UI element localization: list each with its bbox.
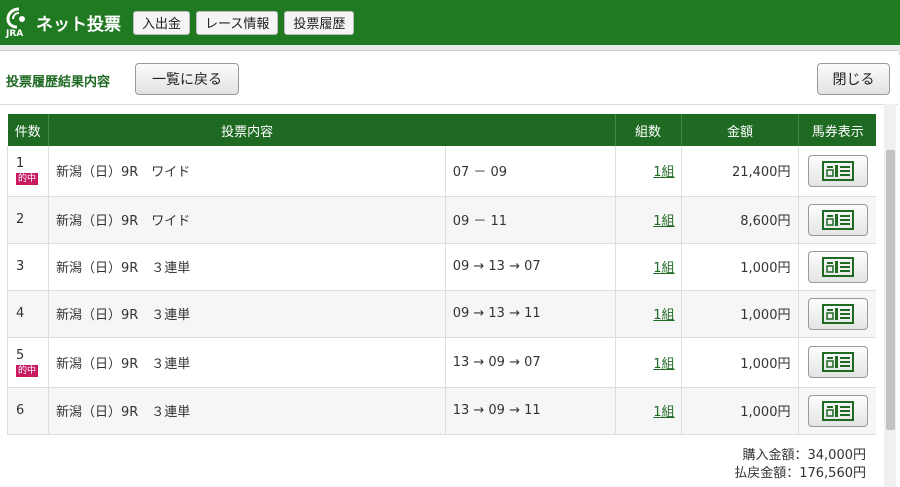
sets-cell: 1組 (614, 196, 682, 244)
nav-vote-history[interactable]: 投票履歴 (284, 10, 355, 35)
scrollbar-thumb[interactable] (886, 150, 895, 430)
ticket-icon (821, 160, 854, 181)
horse-combination: 07 － 09 (444, 146, 616, 197)
row-number: 5 (16, 347, 25, 363)
row-number-cell: 2 (7, 196, 49, 244)
ticket-icon (821, 400, 854, 421)
col-combo (445, 114, 616, 146)
hit-badge: 的中 (16, 173, 39, 186)
table-row: 2 新潟（日）9R ワイド 09 － 11 1組 8,600円 (7, 196, 876, 244)
main-nav: 入出金 レース情報 投票履歴 (133, 10, 360, 35)
show-ticket-button[interactable] (807, 154, 868, 187)
logo-text: ネット投票 (36, 15, 121, 35)
back-to-list-button[interactable]: 一覧に戻る (135, 63, 239, 95)
show-ticket-button[interactable] (807, 203, 868, 236)
row-number: 4 (16, 306, 25, 321)
top-bar: JRA ネット投票 入出金 レース情報 投票履歴 (0, 0, 900, 45)
amount: 21,400円 (680, 146, 799, 197)
vote-content: 新潟（日）9R ３連単 (47, 290, 446, 338)
ticket-cell (798, 290, 876, 338)
row-number: 6 (16, 403, 25, 418)
modal-header: 投票履歴結果内容 一覧に戻る 閉じる (0, 51, 898, 105)
close-button[interactable]: 閉じる (817, 63, 890, 95)
purchase-total: 購入金額：34,000円 (742, 448, 867, 463)
row-number-cell: 4 (7, 290, 49, 338)
jra-logo-icon: JRA (6, 7, 32, 39)
horse-combination: 13 → 09 → 07 (444, 337, 616, 388)
sets-link[interactable]: 1組 (653, 405, 674, 420)
row-number-cell: 1 的中 (7, 146, 49, 197)
col-count: 件数 (7, 114, 49, 146)
col-amount: 金額 (680, 114, 799, 146)
ticket-icon (821, 256, 854, 277)
hit-badge: 的中 (16, 364, 39, 377)
nav-race-info[interactable]: レース情報 (196, 10, 279, 35)
result-modal: 投票履歴結果内容 一覧に戻る 閉じる 件数 投票内容 組数 金額 馬券表示 1 … (0, 50, 898, 487)
sets-link[interactable]: 1組 (653, 357, 674, 372)
logo-sub-text: JRA (6, 28, 24, 39)
sets-link[interactable]: 1組 (653, 308, 674, 323)
col-sets: 組数 (614, 114, 682, 146)
ticket-cell (798, 243, 876, 291)
col-content: 投票内容 (47, 114, 446, 146)
amount: 1,000円 (680, 387, 799, 435)
sets-link[interactable]: 1組 (653, 261, 674, 276)
horse-combination: 13 → 09 → 11 (444, 387, 616, 435)
table-row: 3 新潟（日）9R ３連単 09 → 13 → 07 1組 1,000円 (7, 243, 876, 291)
vote-content: 新潟（日）9R ワイド (47, 196, 446, 244)
row-number-cell: 5 的中 (7, 337, 49, 388)
ticket-cell (798, 146, 876, 197)
table-row: 6 新潟（日）9R ３連単 13 → 09 → 11 1組 1,000円 (7, 387, 876, 435)
row-number-cell: 3 (7, 243, 49, 291)
ticket-icon (821, 303, 854, 324)
vote-content: 新潟（日）9R ３連単 (47, 387, 446, 435)
vote-content: 新潟（日）9R ３連単 (47, 337, 446, 388)
amount: 1,000円 (680, 290, 799, 338)
ticket-icon (821, 209, 854, 230)
horse-combination: 09 － 11 (444, 196, 616, 244)
sets-cell: 1組 (614, 387, 682, 435)
table-row: 5 的中 新潟（日）9R ３連単 13 → 09 → 07 1組 1,000円 (7, 337, 876, 388)
vote-content: 新潟（日）9R ３連単 (47, 243, 446, 291)
vote-result-table: 件数 投票内容 組数 金額 馬券表示 1 的中 新潟（日）9R ワイド 07 －… (7, 114, 876, 435)
ticket-cell (798, 387, 876, 435)
nav-deposit[interactable]: 入出金 (133, 10, 191, 35)
horse-combination: 09 → 13 → 07 (444, 243, 616, 291)
amount: 8,600円 (680, 196, 799, 244)
row-number: 3 (16, 259, 25, 274)
ticket-cell (798, 337, 876, 388)
sets-cell: 1組 (614, 290, 682, 338)
show-ticket-button[interactable] (807, 297, 868, 330)
jra-logo[interactable]: JRA ネット投票 (6, 7, 121, 39)
horse-combination: 09 → 13 → 11 (444, 290, 616, 338)
sets-link[interactable]: 1組 (653, 165, 674, 180)
amount: 1,000円 (680, 337, 799, 388)
payout-total: 払戻金額：176,560円 (734, 466, 866, 481)
amount: 1,000円 (680, 243, 799, 291)
row-number-cell: 6 (7, 387, 49, 435)
row-number: 1 (16, 156, 25, 172)
modal-title: 投票履歴結果内容 (6, 75, 111, 90)
table-row: 4 新潟（日）9R ３連単 09 → 13 → 11 1組 1,000円 (7, 290, 876, 338)
ticket-cell (798, 196, 876, 244)
row-number: 2 (16, 212, 25, 227)
ticket-icon (821, 352, 854, 372)
sets-cell: 1組 (614, 146, 682, 197)
sets-link[interactable]: 1組 (653, 214, 674, 229)
table-row: 1 的中 新潟（日）9R ワイド 07 － 09 1組 21,400円 (7, 146, 876, 197)
vote-content: 新潟（日）9R ワイド (47, 146, 446, 197)
sets-cell: 1組 (614, 243, 682, 291)
show-ticket-button[interactable] (807, 250, 868, 283)
show-ticket-button[interactable] (807, 346, 868, 378)
col-ticket: 馬券表示 (798, 114, 876, 146)
sets-cell: 1組 (614, 337, 682, 388)
show-ticket-button[interactable] (807, 394, 868, 427)
